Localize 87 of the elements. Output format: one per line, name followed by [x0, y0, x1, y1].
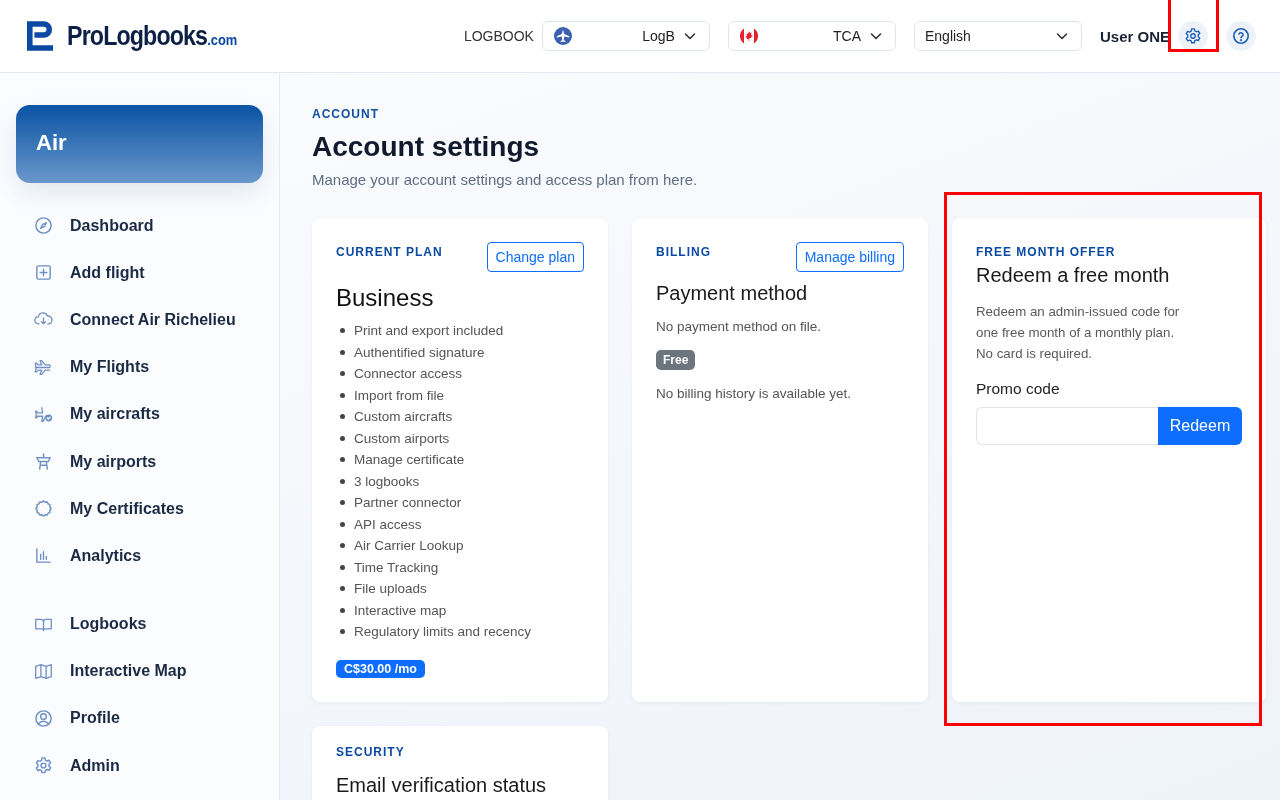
- bullet-icon: [340, 349, 345, 355]
- feature-item: Time Tracking: [354, 559, 439, 575]
- sidebar-item[interactable]: My Certificates: [16, 485, 263, 533]
- airplane-check-icon: [34, 404, 53, 424]
- feature-item: Import from file: [354, 387, 445, 403]
- sidebar-item[interactable]: Interactive Map: [16, 647, 263, 695]
- card-title: Payment method: [656, 282, 809, 305]
- gear-icon: [34, 756, 53, 776]
- section-label: ACCOUNT: [312, 107, 380, 121]
- settings-icon: [1184, 27, 1202, 45]
- sidebar-item[interactable]: Dashboard: [16, 202, 263, 250]
- feature-item: 3 logbooks: [354, 473, 420, 489]
- bullet-icon: [340, 521, 345, 527]
- feature-item: Partner connector: [354, 495, 462, 511]
- bullet-icon: [340, 457, 345, 463]
- manage-billing-button[interactable]: Manage billing: [795, 242, 904, 272]
- bullet-icon: [340, 371, 345, 377]
- payment-note: No payment method on file.: [656, 319, 823, 334]
- bullet-icon: [340, 414, 345, 420]
- offer-description: Redeem an admin-issued code for one free month of a monthly plan. No card is required.: [976, 303, 1181, 363]
- promo-code-field[interactable]: [976, 407, 1158, 445]
- map-icon: [34, 661, 53, 681]
- bullet-icon: [340, 478, 345, 484]
- settings-button[interactable]: [1178, 21, 1208, 51]
- feature-item: File uploads: [354, 581, 427, 597]
- user-name[interactable]: User ONE: [1099, 27, 1170, 45]
- bullet-icon: [340, 543, 345, 549]
- bullet-icon: [340, 500, 345, 506]
- badge-icon: [34, 499, 53, 519]
- plus-square-icon: [34, 263, 53, 283]
- bullet-icon: [340, 564, 345, 570]
- bullet-icon: [340, 435, 345, 441]
- bullet-icon: [340, 629, 345, 635]
- sidebar-item[interactable]: Admin: [16, 742, 263, 790]
- bullet-icon: [340, 328, 345, 334]
- billing-note: No billing history is available yet.: [656, 386, 853, 401]
- sidebar-item[interactable]: Logbooks: [16, 600, 263, 648]
- logbook-label: LOGBOOK: [463, 28, 534, 44]
- redeem-button[interactable]: Redeem: [1158, 407, 1242, 445]
- feature-item: API access: [354, 516, 422, 532]
- feature-item: Regulatory limits and recency: [354, 624, 532, 640]
- dropdown[interactable]: LogB: [541, 21, 710, 51]
- help-button[interactable]: [1226, 21, 1256, 51]
- feature-item: Custom aircrafts: [354, 409, 453, 425]
- control-tower-icon: [34, 452, 53, 472]
- bullet-icon: [340, 392, 345, 398]
- sidebar-item[interactable]: My airports: [16, 437, 263, 486]
- card-title: Redeem a free month: [976, 264, 1171, 287]
- page-title: Account settings: [312, 131, 541, 163]
- field-label: Promo code: [976, 380, 1061, 398]
- change-plan-button[interactable]: Change plan: [486, 242, 584, 272]
- airplane-icon: [552, 26, 573, 46]
- plan-badge: Free: [656, 350, 696, 370]
- price-badge: C$30.00 /mo: [336, 659, 425, 678]
- section-card[interactable]: Air: [16, 105, 263, 183]
- sidebar-item[interactable]: My Flights: [16, 343, 263, 391]
- feature-item: Authentified signature: [354, 344, 485, 360]
- feature-item: Manage certificate: [354, 452, 465, 468]
- flag-icon: [738, 26, 759, 46]
- feature-item: Custom airports: [354, 430, 450, 446]
- feature-item: Interactive map: [354, 602, 447, 618]
- sidebar-item[interactable]: Connect Air Richelieu: [16, 296, 263, 344]
- sidebar-item[interactable]: Profile: [16, 694, 263, 743]
- logo-text[interactable]: ProLogbooks.com: [67, 20, 238, 52]
- bullet-icon: [340, 586, 345, 592]
- sidebar-item[interactable]: Add flight: [16, 249, 263, 297]
- airplane-icon: [34, 357, 53, 377]
- card-title: Email verification status: [336, 773, 548, 797]
- card-label: SECURITY: [336, 744, 405, 759]
- help-icon: [1232, 27, 1250, 45]
- page-subtitle: Manage your account settings and access plan from here.: [312, 171, 699, 188]
- chart-icon: [34, 546, 53, 566]
- sidebar-item[interactable]: My aircrafts: [16, 390, 263, 438]
- feature-item: Print and export included: [354, 323, 504, 339]
- sidebar-item[interactable]: Analytics: [16, 532, 263, 580]
- compass-icon: [34, 216, 53, 236]
- logo-icon: [27, 21, 53, 51]
- card-label: FREE MONTH OFFER: [976, 245, 1116, 259]
- card-label: BILLING: [656, 245, 711, 259]
- feature-item: Air Carrier Lookup: [354, 538, 464, 554]
- card-label: CURRENT PLAN: [336, 245, 443, 259]
- dropdown[interactable]: English: [913, 21, 1082, 51]
- plan-name: Business: [336, 284, 435, 312]
- feature-item: Connector access: [354, 366, 463, 382]
- bullet-icon: [340, 607, 345, 613]
- user-circle-icon: [34, 708, 53, 728]
- dropdown[interactable]: TCA: [727, 21, 896, 51]
